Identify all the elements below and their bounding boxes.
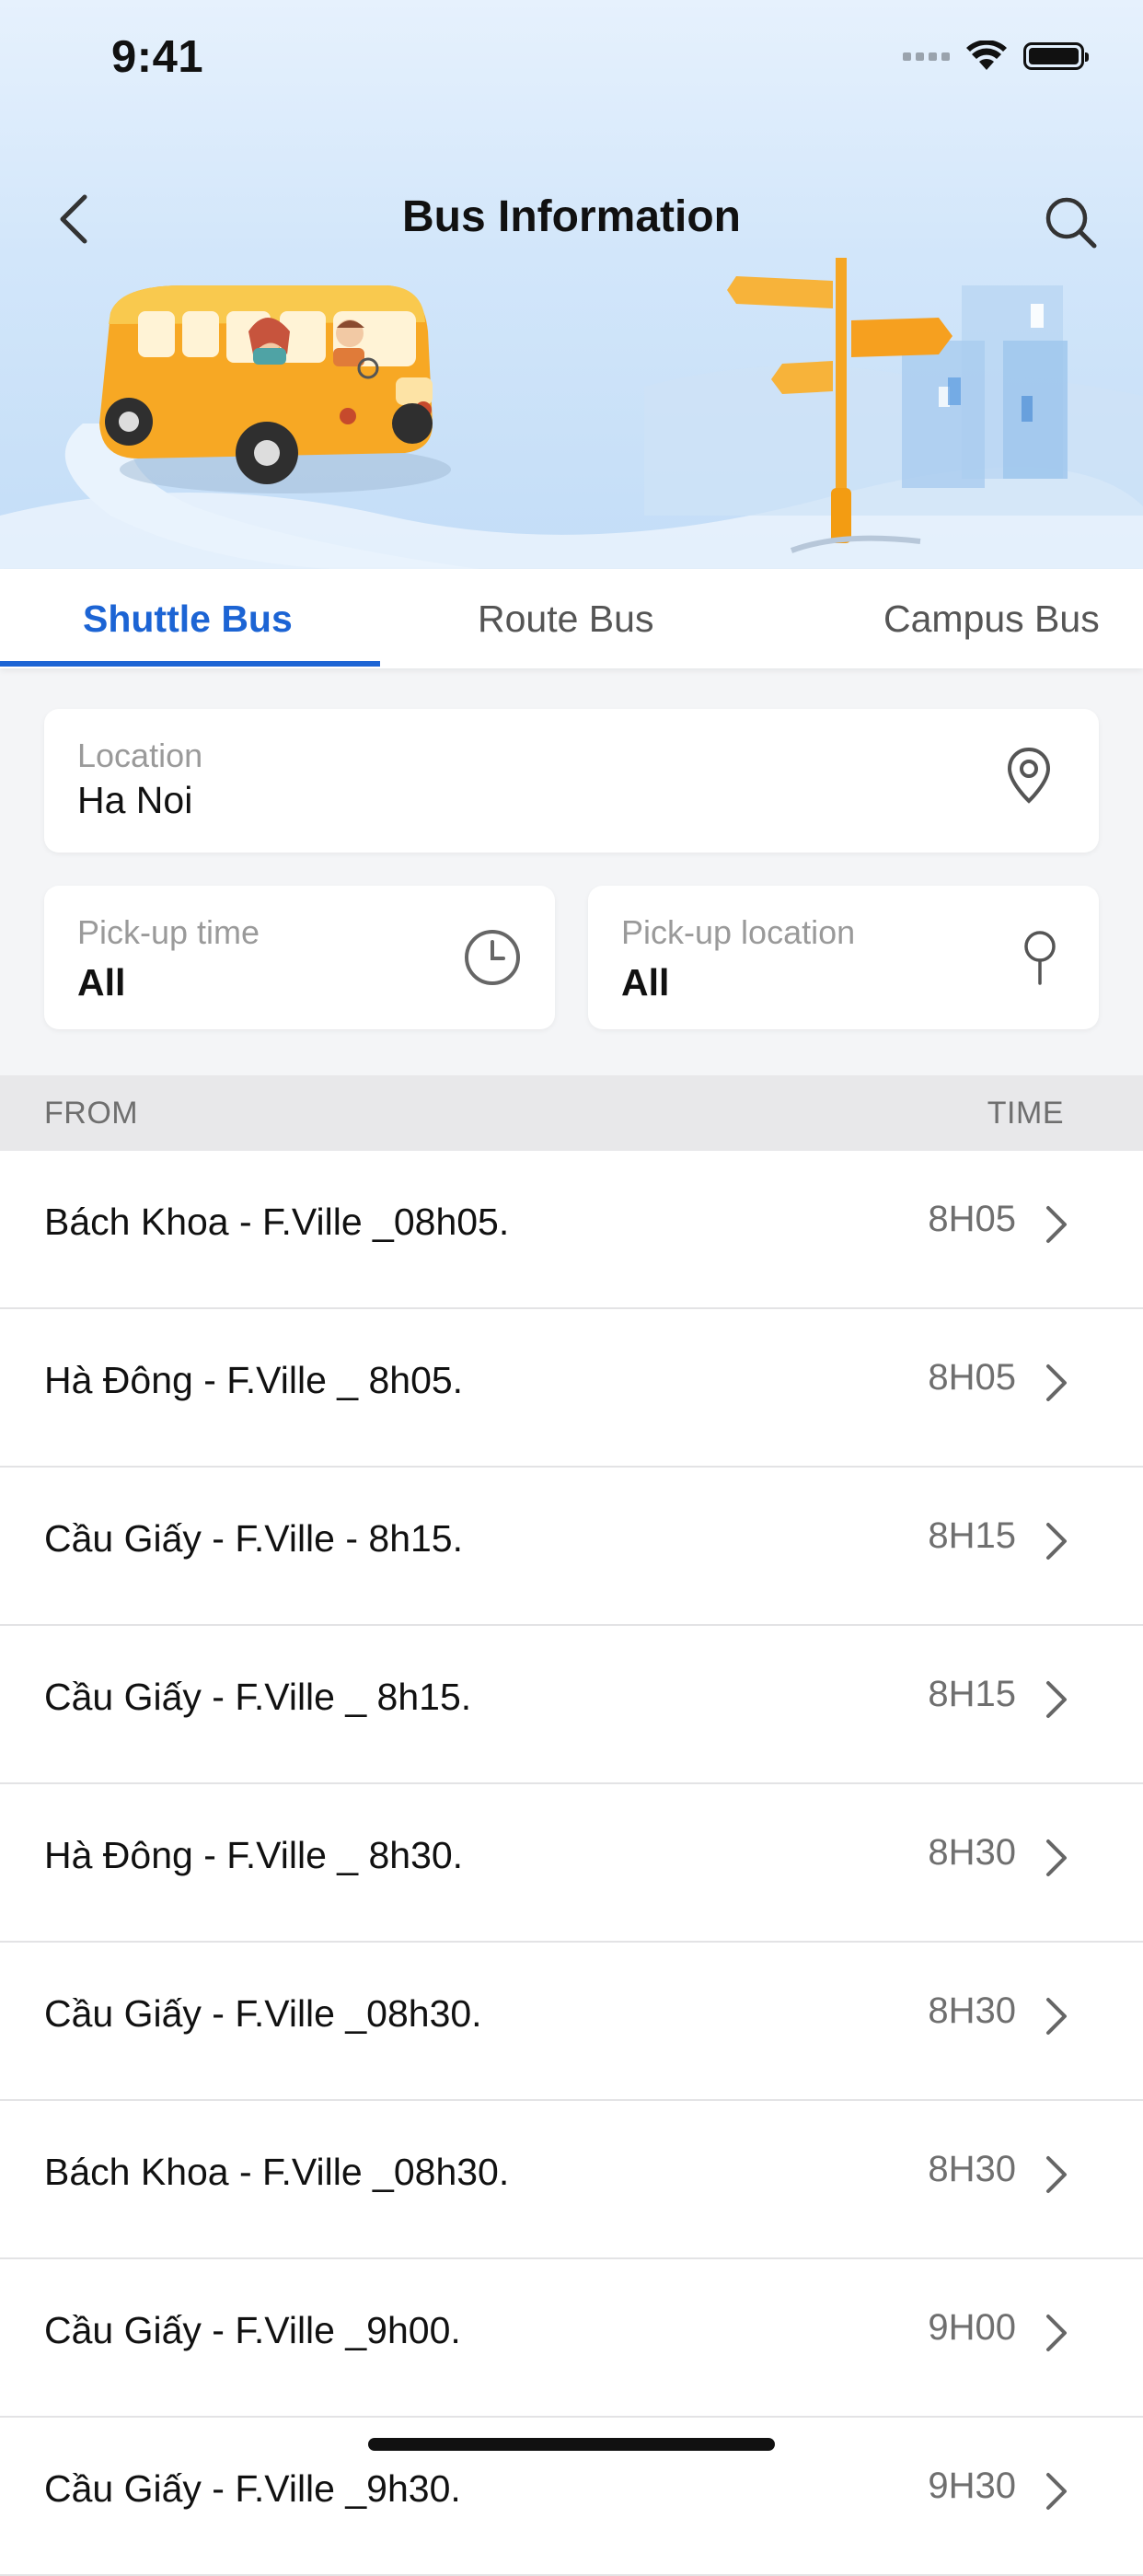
tab-bar: Shuttle Bus Route Bus Campus Bus	[0, 569, 1143, 668]
battery-icon	[1023, 42, 1089, 70]
route-name: Bách Khoa - F.Ville _08h05.	[44, 1201, 510, 1243]
pickup-time-filter[interactable]: Pick-up time All	[44, 886, 555, 1029]
route-name: Hà Đông - F.Ville _ 8h30.	[44, 1834, 464, 1876]
location-selector[interactable]: Location Ha Noi	[44, 709, 1099, 853]
route-time: 8H30	[928, 1990, 1016, 2031]
route-time: 8H30	[928, 1832, 1016, 1873]
status-time: 9:41	[111, 32, 204, 82]
chevron-right-icon	[1046, 1364, 1067, 1401]
route-row[interactable]: Hà Đông - F.Ville _ 8h05. 8H05	[0, 1309, 1143, 1468]
chevron-right-icon	[1046, 1206, 1067, 1243]
route-time: 8H15	[928, 1515, 1016, 1556]
bus-illustration	[0, 258, 1143, 569]
route-row[interactable]: Hà Đông - F.Ville _ 8h30. 8H30	[0, 1784, 1143, 1943]
clock-icon	[465, 930, 520, 985]
header-banner: 9:41 Bus Information	[0, 0, 1143, 569]
route-time: 8H05	[928, 1199, 1016, 1239]
route-time: 8H05	[928, 1357, 1016, 1398]
location-label: Location	[77, 737, 203, 774]
status-icons	[903, 41, 1089, 72]
location-value: Ha Noi	[77, 779, 193, 821]
home-indicator[interactable]	[368, 2438, 775, 2451]
page-title: Bus Information	[402, 192, 741, 241]
route-name: Cầu Giấy - F.Ville _9h30.	[44, 2467, 461, 2510]
pin-icon	[1024, 931, 1056, 985]
chevron-right-icon	[1046, 2315, 1067, 2351]
chevron-right-icon	[1046, 2473, 1067, 2510]
route-row[interactable]: Cầu Giấy - F.Ville - 8h15. 8H15	[0, 1468, 1143, 1626]
cellular-signal-icon	[903, 52, 950, 61]
route-name: Hà Đông - F.Ville _ 8h05.	[44, 1359, 464, 1401]
route-name: Cầu Giấy - F.Ville _ 8h15.	[44, 1676, 472, 1718]
route-row[interactable]: Bách Khoa - F.Ville _08h05. 8H05	[0, 1151, 1143, 1309]
chevron-right-icon	[1046, 1839, 1067, 1876]
route-row[interactable]: Cầu Giấy - F.Ville _ 8h15. 8H15	[0, 1626, 1143, 1784]
chevron-right-icon	[1046, 1523, 1067, 1560]
column-from: FROM	[44, 1096, 139, 1131]
pickup-location-label: Pick-up location	[621, 913, 856, 951]
pickup-time-value: All	[77, 961, 126, 1004]
chevron-right-icon	[1046, 2156, 1067, 2193]
route-name: Cầu Giấy - F.Ville _08h30.	[44, 1992, 482, 2035]
route-name: Bách Khoa - F.Ville _08h30.	[44, 2151, 510, 2193]
route-list: Bách Khoa - F.Ville _08h05. 8H05 Hà Đông…	[0, 1151, 1143, 2576]
route-row[interactable]: Bách Khoa - F.Ville _08h30. 8H30	[0, 2101, 1143, 2259]
active-tab-indicator	[0, 661, 380, 667]
route-time: 8H30	[928, 2149, 1016, 2189]
pickup-time-label: Pick-up time	[77, 913, 260, 951]
tab-shuttle-bus[interactable]: Shuttle Bus	[83, 569, 293, 668]
route-time: 9H00	[928, 2307, 1016, 2348]
route-name: Cầu Giấy - F.Ville _9h00.	[44, 2309, 461, 2351]
column-time: TIME	[987, 1096, 1064, 1131]
route-row[interactable]: Cầu Giấy - F.Ville _08h30. 8H30	[0, 1943, 1143, 2101]
pickup-location-filter[interactable]: Pick-up location All	[588, 886, 1099, 1029]
tab-campus-bus[interactable]: Campus Bus	[883, 569, 1100, 668]
route-row[interactable]: Cầu Giấy - F.Ville _9h00. 9H00	[0, 2259, 1143, 2418]
route-time: 9H30	[928, 2466, 1016, 2506]
map-pin-icon	[1007, 747, 1051, 804]
route-name: Cầu Giấy - F.Ville - 8h15.	[44, 1517, 464, 1560]
list-header: FROM TIME	[0, 1075, 1143, 1151]
route-time: 8H15	[928, 1674, 1016, 1714]
pickup-location-value: All	[621, 961, 670, 1004]
chevron-right-icon	[1046, 1998, 1067, 2035]
chevron-right-icon	[1046, 1681, 1067, 1718]
tab-route-bus[interactable]: Route Bus	[478, 569, 653, 668]
wifi-icon	[966, 41, 1007, 70]
